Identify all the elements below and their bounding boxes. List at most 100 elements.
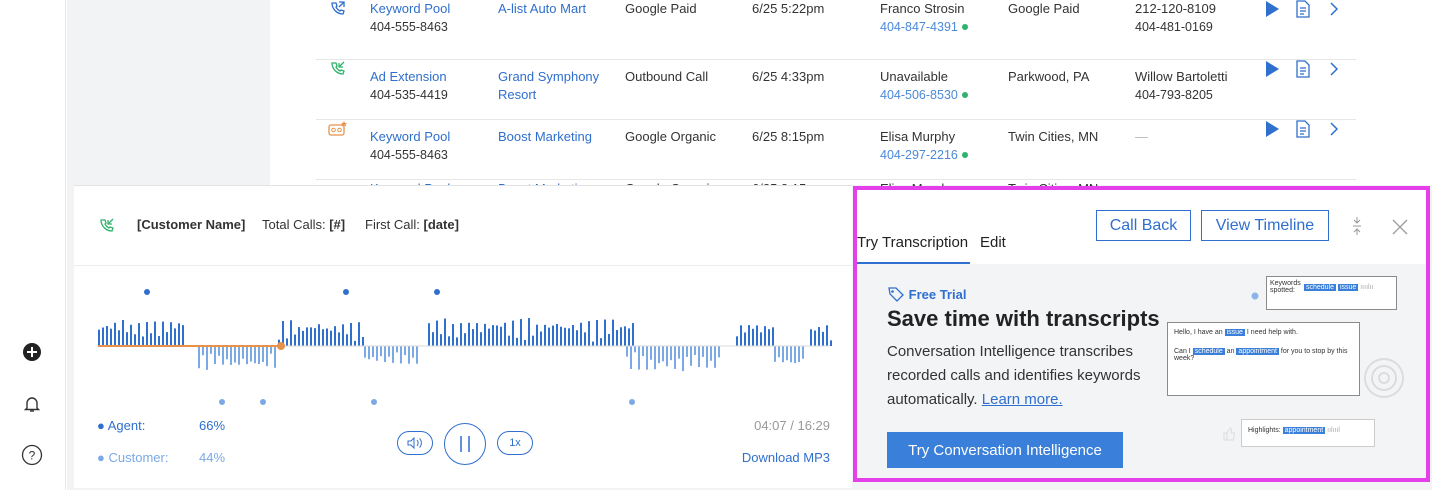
agent-bar	[298, 327, 300, 346]
agent-bar	[748, 325, 750, 346]
customer-bar	[388, 346, 390, 357]
agent-bar	[330, 330, 332, 346]
outbound-call-icon	[97, 217, 115, 238]
table-row[interactable]: Ad Extension 404-535-4419 Grand Symphony …	[316, 60, 1356, 120]
tab-try-transcription[interactable]: Try Transcription	[857, 234, 968, 251]
agent-bar	[814, 330, 816, 346]
agent-bar	[592, 341, 594, 346]
caller-name: Elisa Murphy	[880, 129, 956, 144]
source-link[interactable]: Keyword Pool	[370, 128, 450, 146]
thumbs-up-icon	[1222, 427, 1236, 444]
add-icon[interactable]	[21, 341, 43, 363]
help-icon[interactable]: ?	[21, 444, 43, 466]
customer-name: [Customer Name]	[137, 217, 246, 232]
chevron-right-icon[interactable]	[1328, 120, 1340, 143]
sparkle-icon	[1250, 289, 1260, 304]
customer-bar	[246, 346, 248, 365]
table-row[interactable]: Keyword Pool 404-555-8463 A-list Auto Mar…	[316, 0, 1356, 60]
play-icon[interactable]	[1264, 60, 1280, 83]
try-conversation-intelligence-button[interactable]: Try Conversation Intelligence	[887, 432, 1123, 468]
call-back-button[interactable]: Call Back	[1096, 210, 1191, 241]
promo-body-line2: recorded calls and identifies keywords	[887, 367, 1141, 384]
customer-bar	[778, 346, 780, 358]
agent-bar	[772, 327, 774, 346]
close-icon[interactable]	[1391, 218, 1409, 239]
campaign-link[interactable]: A-list Auto Mart	[498, 0, 586, 18]
customer-bar	[638, 346, 640, 370]
keyword-chip: schedule	[1192, 348, 1225, 355]
agent-bar	[354, 340, 356, 346]
agent-bar	[170, 322, 172, 346]
collapse-icon[interactable]	[1351, 216, 1363, 239]
customer-bar	[662, 346, 664, 362]
agent-bar	[138, 323, 140, 346]
player-header: [Customer Name] Total Calls: [#] First C…	[74, 186, 852, 266]
document-icon[interactable]	[1294, 60, 1312, 83]
customer-bar	[408, 346, 410, 364]
agent-bar	[358, 322, 360, 346]
keywords-card: Keywords spotted: schedule issue ıııılıı	[1266, 276, 1397, 310]
agent-bar	[548, 327, 550, 346]
view-timeline-button[interactable]: View Timeline	[1201, 210, 1329, 241]
agent-bar	[752, 328, 754, 346]
customer-bar	[392, 346, 394, 363]
agent-bar	[588, 321, 590, 346]
agent-bar	[524, 339, 526, 346]
agent-bar	[114, 322, 116, 346]
customer-bar	[790, 346, 792, 363]
play-icon[interactable]	[1264, 120, 1280, 143]
agent-bar	[444, 318, 446, 346]
customer-bar	[694, 346, 696, 356]
learn-more-link[interactable]: Learn more.	[982, 391, 1063, 408]
customer-label: Customer:	[108, 450, 169, 465]
keyword-marker	[371, 399, 377, 405]
agent-bar	[350, 323, 352, 346]
play-icon[interactable]	[1264, 0, 1280, 23]
agent-bar	[452, 324, 454, 346]
call-location: Google Paid	[1008, 1, 1080, 16]
source-link[interactable]: Keyword Pool	[370, 0, 450, 18]
customer-bar	[270, 346, 272, 354]
customer-bar	[258, 346, 260, 365]
caller-number[interactable]: 404-847-4391	[880, 20, 958, 34]
chevron-right-icon[interactable]	[1328, 0, 1340, 23]
pause-button[interactable]	[444, 423, 486, 465]
agent-bar	[134, 334, 136, 346]
customer-bar	[250, 346, 252, 362]
agent-bar	[286, 338, 288, 346]
chevron-right-icon[interactable]	[1328, 60, 1340, 83]
customer-bar	[198, 346, 200, 369]
voicemail-icon	[328, 120, 348, 143]
volume-button[interactable]	[397, 431, 433, 455]
document-icon[interactable]	[1294, 120, 1312, 143]
source-link[interactable]: Ad Extension	[370, 68, 448, 86]
waveform[interactable]	[74, 266, 852, 416]
customer-bar	[210, 346, 212, 354]
campaign-link[interactable]: Boost Marketing	[498, 128, 592, 146]
agent-bar	[508, 335, 510, 346]
download-mp3-link[interactable]: Download MP3	[742, 450, 830, 465]
caller-name: Franco Strosin	[880, 1, 965, 16]
table-row[interactable]: Keyword Pool 404-555-8463 Boost Marketing…	[316, 120, 1356, 180]
agent-bar	[768, 329, 770, 346]
keywords-label: Keywords spotted:	[1270, 280, 1301, 294]
agent-bar	[154, 321, 156, 346]
caller-number[interactable]: 404-297-2216	[880, 148, 958, 162]
customer-bar	[706, 346, 708, 368]
source-number: 404-555-8463	[370, 20, 448, 34]
campaign-link[interactable]: Grand Symphony Resort	[498, 68, 618, 104]
keyword-chip: appointment	[1236, 348, 1279, 355]
agent-bar	[362, 336, 364, 346]
customer-bar	[230, 346, 232, 365]
speed-button[interactable]: 1x	[497, 431, 533, 455]
agent-bar	[764, 326, 766, 346]
free-trial-badge: Free Trial	[908, 287, 967, 302]
customer-bar	[674, 346, 676, 369]
tab-edit[interactable]: Edit	[980, 234, 1006, 251]
agent-bar	[500, 326, 502, 346]
bell-icon[interactable]	[21, 393, 43, 415]
volume-icon	[407, 437, 422, 449]
document-icon[interactable]	[1294, 0, 1312, 23]
total-calls-value: [#]	[329, 217, 346, 232]
caller-number[interactable]: 404-506-8530	[880, 88, 958, 102]
